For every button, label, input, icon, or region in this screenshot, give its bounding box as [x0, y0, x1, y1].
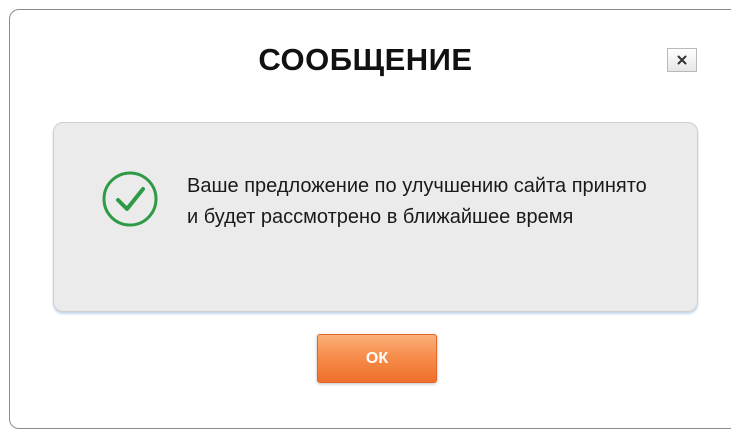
close-button[interactable]: [667, 48, 697, 72]
message-text: Ваше предложение по улучшению сайта прин…: [187, 175, 647, 228]
ok-button[interactable]: ОК: [317, 334, 437, 383]
message-panel: Ваше предложение по улучшению сайта прин…: [53, 122, 698, 312]
check-circle-icon: [98, 167, 162, 231]
close-icon: [676, 54, 688, 66]
dialog-title: СООБЩЕНИЕ: [258, 42, 473, 77]
